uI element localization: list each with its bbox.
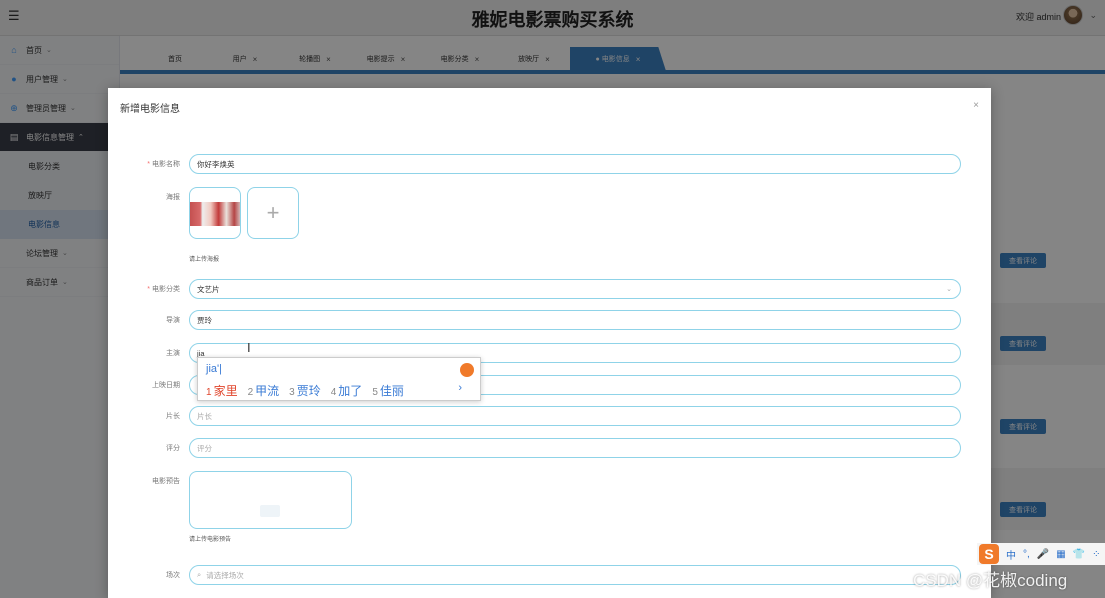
ime-candidate[interactable]: 4 加了 (331, 382, 363, 399)
length-label: 片长 (166, 413, 180, 420)
ime-candidate[interactable]: 3 贾玲 (289, 382, 321, 399)
ime-candidates: 1 家里 2 甲流 3 贾玲 4 加了 5 佳丽 (206, 382, 414, 399)
ime-candidate[interactable]: 2 甲流 (248, 382, 280, 399)
poster-hint: 请上传海报 (189, 257, 220, 263)
chinese-mode-icon[interactable]: 中 (1006, 547, 1016, 562)
trailer-label: 电影预告 (152, 478, 180, 485)
poster-thumbnail[interactable] (189, 187, 241, 239)
dialog-title: 新增电影信息 (120, 104, 180, 115)
rating-input[interactable]: 评分 (189, 438, 961, 458)
category-label: * 电影分类 (147, 286, 180, 293)
sogou-logo-icon[interactable] (460, 363, 474, 377)
search-icon: ⌕ (197, 570, 202, 579)
category-select[interactable]: 文艺片 ⌄ (189, 279, 961, 299)
session-label: 场次 (166, 572, 180, 579)
ime-toolbar: S 中 °, 🎤 ▦ 👕 ⁘ (977, 543, 1105, 565)
punctuation-icon[interactable]: °, (1023, 549, 1030, 560)
microphone-icon[interactable]: 🎤 (1037, 549, 1049, 560)
ime-candidate-popup: jia'| 1 家里 2 甲流 3 贾玲 4 加了 5 佳丽 › (197, 357, 481, 401)
release-date-label: 上映日期 (152, 382, 180, 389)
director-input[interactable]: 贾玲 (189, 310, 961, 330)
ime-candidate[interactable]: 5 佳丽 (372, 382, 404, 399)
rating-label: 评分 (166, 445, 180, 452)
length-input[interactable]: 片长 (189, 406, 961, 426)
actor-label: 主演 (166, 350, 180, 357)
session-select[interactable]: ⌕ 请选择场次 (189, 565, 961, 585)
trailer-hint: 请上传电影预告 (189, 537, 232, 543)
csdn-watermark: CSDN @花椒coding (913, 571, 1068, 590)
trailer-upload-box[interactable] (189, 471, 352, 529)
poster-label: 海报 (166, 194, 180, 201)
movie-name-label: * 电影名称 (147, 161, 180, 168)
chevron-right-icon[interactable]: › (458, 382, 462, 394)
chevron-down-icon: ⌄ (946, 286, 952, 293)
sogou-s-icon[interactable]: S (979, 544, 999, 564)
skin-icon[interactable]: 👕 (1073, 549, 1085, 560)
ime-candidate[interactable]: 1 家里 (206, 382, 238, 399)
text-cursor-icon: I (247, 340, 251, 355)
video-placeholder-icon (260, 505, 280, 517)
close-icon[interactable]: × (973, 100, 979, 111)
more-tools-icon[interactable]: ⁘ (1092, 549, 1100, 560)
movie-name-input[interactable]: 你好李焕英 (189, 154, 961, 174)
ime-composition: jia'| (206, 363, 222, 375)
keyboard-icon[interactable]: ▦ (1056, 549, 1065, 560)
poster-image (190, 202, 240, 226)
add-movie-dialog: 新增电影信息 × * 电影名称 你好李焕英 海报 + 请上传海报 * 电影分类 文艺… (108, 88, 991, 598)
poster-upload-button[interactable]: + (247, 187, 299, 239)
director-label: 导演 (166, 317, 180, 324)
